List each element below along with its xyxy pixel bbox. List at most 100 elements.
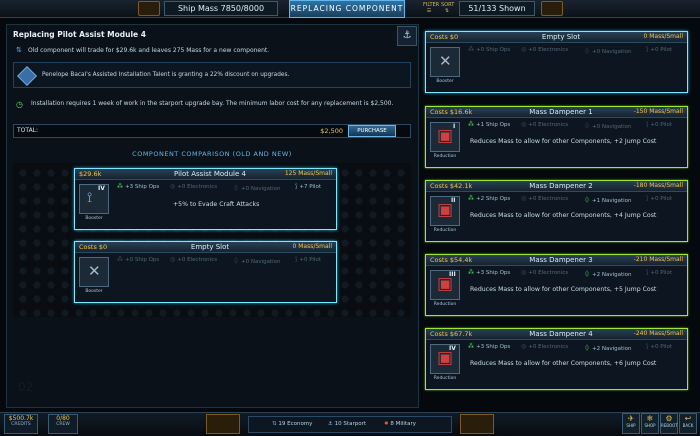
ship-view-button[interactable]: ⚓: [397, 26, 417, 46]
ornament-right-icon: [541, 1, 563, 16]
shown-count: 51/133 Shown: [459, 1, 535, 16]
reboot-button[interactable]: ⚙ REBOOT: [660, 413, 678, 434]
panel-watermark: 02: [18, 380, 34, 394]
info-pair-icon: ⇅: [16, 46, 22, 54]
credits-label: CREDITS: [11, 422, 31, 427]
component-card-empty-slot[interactable]: Costs $0 Empty Slot 0 Mass/Small ✕ Boost…: [425, 31, 688, 93]
stat-pilot: ⟆ +0 Pilot: [646, 46, 672, 53]
type-label: Reduction: [433, 376, 457, 381]
ship-icon: ⚓: [402, 30, 412, 41]
reboot-nav-icon: ⚙: [665, 414, 673, 423]
credits-readout: $500.7k CREDITS: [4, 414, 38, 434]
component-card-mass-dampener-3[interactable]: Costs $54.4k Mass Dampener 3 -210 Mass/S…: [425, 254, 688, 316]
component-thumbnail: ▣ IV: [430, 344, 460, 374]
card-name: Empty Slot: [541, 33, 581, 41]
comparison-header: COMPONENT COMPARISON (OLD AND NEW): [132, 150, 292, 158]
booster-icon: ⟟: [87, 190, 93, 206]
back-button[interactable]: ↩ BACK: [679, 413, 697, 434]
install-info-row: ◷ Installation requires 1 week of work i…: [13, 98, 411, 118]
starport-stat: ⚓ 10 Starport: [328, 421, 366, 427]
filter-button[interactable]: FILTER ☰: [423, 2, 439, 15]
card-name: Pilot Assist Module 4: [174, 170, 246, 178]
old-component-card[interactable]: $29.6k Pilot Assist Module 4 125 Mass/Sm…: [74, 168, 337, 230]
card-mass: -240 Mass/Small: [633, 330, 683, 337]
stat-ship-ops: ⁂ +2 Ship Ops: [468, 195, 511, 202]
card-description: Reduces Mass to allow for other Componen…: [470, 138, 657, 145]
level-badge: II: [451, 197, 456, 204]
card-name: Mass Dampener 4: [529, 330, 593, 338]
component-card-mass-dampener-1[interactable]: Costs $16.6k Mass Dampener 1 -150 Mass/S…: [425, 106, 688, 168]
type-label: Booster: [436, 79, 454, 84]
total-label: TOTAL:: [17, 127, 39, 134]
stat-electronics: ◎ +0 Electronics: [521, 121, 569, 128]
stat-navigation: ⏀ +0 Navigation: [584, 123, 632, 130]
card-mass: -210 Mass/Small: [633, 256, 683, 263]
ship-mass-readout: Ship Mass 7850/8000: [164, 1, 278, 16]
sort-button[interactable]: SORT ⇅: [441, 2, 454, 15]
ship-button[interactable]: ✈ SHIP: [622, 413, 640, 434]
card-name: Mass Dampener 2: [529, 182, 593, 190]
component-thumbnail: ✕: [430, 47, 460, 77]
stat-electronics: ◎ +0 Electronics: [170, 256, 218, 263]
stat-ship-ops: ⁂ +3 Ship Ops: [468, 269, 511, 276]
card-cost: Costs $0: [430, 33, 459, 41]
card-description: Reduces Mass to allow for other Componen…: [470, 212, 657, 219]
crew-label: CREW: [56, 422, 70, 427]
stat-electronics: ◎ +0 Electronics: [521, 343, 569, 350]
card-cost: Costs $16.6k: [430, 108, 473, 116]
card-name: Mass Dampener 1: [529, 108, 593, 116]
level-badge: I: [453, 123, 456, 130]
stat-pilot: ⟆ +0 Pilot: [646, 343, 672, 350]
trade-info-text: Old component will trade for $29.6k and …: [28, 47, 270, 54]
card-description: +5% to Evade Craft Attacks: [173, 201, 260, 208]
stat-electronics: ◎ +0 Electronics: [521, 46, 569, 53]
stat-ship-ops: ⁂ +3 Ship Ops: [468, 343, 511, 350]
card-mass: -150 Mass/Small: [633, 108, 683, 115]
stat-ship-ops: ⁂ +0 Ship Ops: [468, 46, 511, 53]
stat-pilot: ⟆ +0 Pilot: [646, 195, 672, 202]
card-cost: Costs $67.7k: [430, 330, 473, 338]
crew-value: 0/80: [56, 415, 70, 422]
card-mass: -180 Mass/Small: [633, 182, 683, 189]
stat-pilot: ⟆ +7 Pilot: [295, 183, 321, 190]
empty-slot-icon: ✕: [439, 52, 452, 70]
card-cost: $29.6k: [79, 170, 102, 178]
card-cost: Costs $54.4k: [430, 256, 473, 264]
component-card-mass-dampener-4[interactable]: Costs $67.7k Mass Dampener 4 -240 Mass/S…: [425, 328, 688, 390]
stat-pilot: ⟆ +0 Pilot: [295, 256, 321, 263]
military-stat: ✹ 8 Military: [384, 421, 416, 427]
credits-value: $500.7k: [8, 415, 34, 422]
type-label: Booster: [85, 289, 103, 294]
ornament-bottom-left-icon: [206, 414, 240, 434]
type-label: Reduction: [433, 228, 457, 233]
panel-title: Replacing Pilot Assist Module 4: [13, 30, 146, 39]
talent-icon: [17, 66, 37, 86]
stat-electronics: ◎ +0 Electronics: [170, 183, 218, 190]
economy-stat: ⇅ 19 Economy: [272, 421, 313, 427]
new-component-card[interactable]: Costs $0 Empty Slot 0 Mass/Small ✕ Boost…: [74, 241, 337, 303]
stat-navigation: ⏀ +0 Navigation: [233, 185, 281, 192]
stat-electronics: ◎ +0 Electronics: [521, 269, 569, 276]
mode-title: REPLACING COMPONENT: [289, 0, 405, 18]
component-thumbnail: ✕: [79, 257, 109, 287]
stat-ship-ops: ⁂ +0 Ship Ops: [117, 256, 160, 263]
stat-electronics: ◎ +0 Electronics: [521, 195, 569, 202]
card-name: Mass Dampener 3: [529, 256, 593, 264]
shop-button[interactable]: ❄ SHOP: [641, 413, 659, 434]
level-badge: III: [449, 271, 456, 278]
talent-info-row: Penelope Bacal's Assisted Installation T…: [13, 62, 411, 88]
install-info-text: Installation requires 1 week of work in …: [31, 100, 394, 107]
purchase-button[interactable]: PURCHASE: [348, 125, 396, 137]
stat-navigation: ⏀ +0 Navigation: [584, 48, 632, 55]
back-nav-icon: ↩: [684, 414, 692, 423]
stat-pilot: ⟆ +0 Pilot: [646, 121, 672, 128]
level-badge: IV: [449, 345, 456, 352]
crew-readout: 0/80 CREW: [48, 414, 78, 434]
economy-icon: ⇅: [272, 421, 277, 427]
component-list: Costs $0 Empty Slot 0 Mass/Small ✕ Boost…: [425, 31, 690, 405]
component-card-mass-dampener-2[interactable]: Costs $42.1k Mass Dampener 2 -180 Mass/S…: [425, 180, 688, 242]
card-name: Empty Slot: [190, 243, 230, 251]
ship-nav-icon: ✈: [627, 414, 635, 423]
stat-pilot: ⟆ +0 Pilot: [646, 269, 672, 276]
level-badge: IV: [98, 185, 105, 192]
